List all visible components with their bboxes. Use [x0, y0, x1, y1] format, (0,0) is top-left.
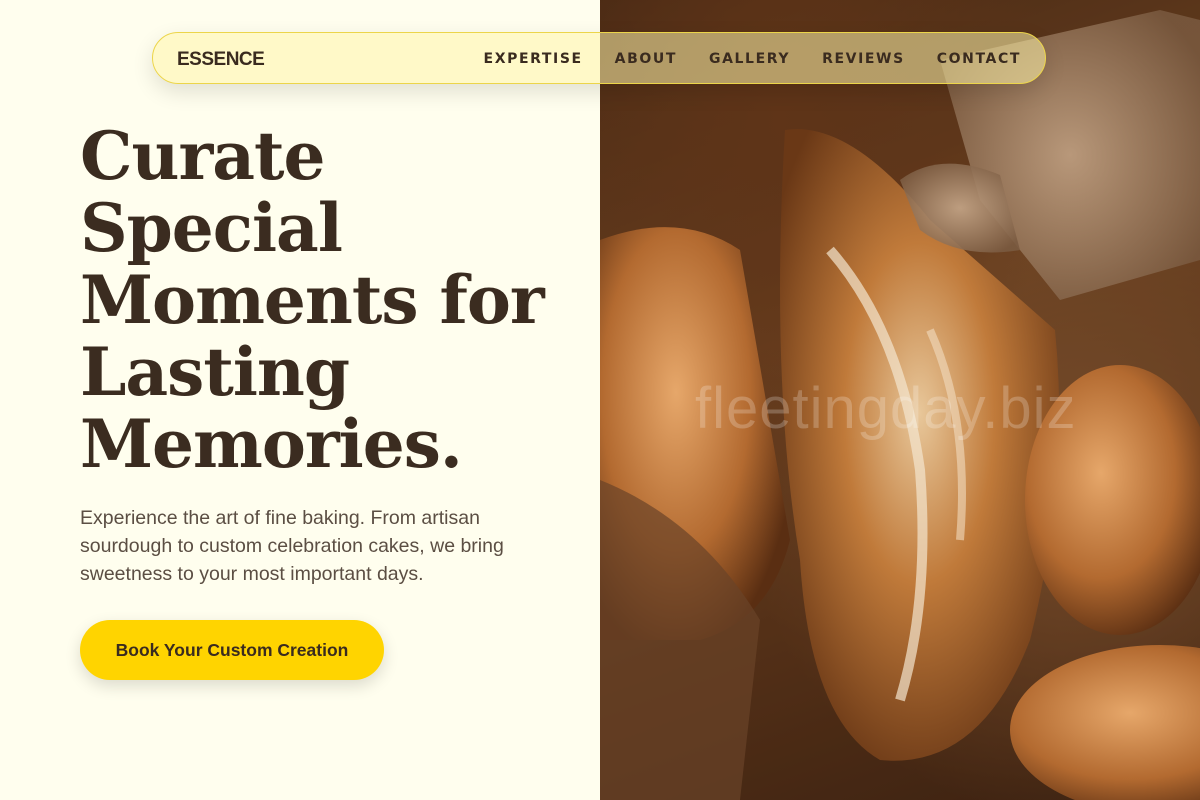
nav-link-contact[interactable]: CONTACT [937, 51, 1021, 67]
hero-description: Experience the art of fine baking. From … [80, 507, 504, 585]
hero-title-line-1: Curate [80, 117, 326, 195]
hero-bread-photo: fleetingday.biz [600, 0, 1200, 800]
hero-title-line-3: Moments for [80, 261, 545, 339]
top-navigation-bar: ESSENCE EXPERTISE ABOUT GALLERY REVIEWS … [152, 32, 1046, 84]
hero-title-line-2: Special [80, 189, 343, 267]
book-custom-creation-button[interactable]: Book Your Custom Creation [80, 620, 384, 680]
nav-link-about[interactable]: ABOUT [615, 51, 677, 67]
nav-link-expertise[interactable]: EXPERTISE [484, 51, 583, 67]
brand-logo[interactable]: ESSENCE [177, 49, 265, 71]
hero-title-line-5: Memories. [80, 405, 463, 483]
hero-title-line-4: Lasting [80, 333, 350, 411]
watermark-text: fleetingday.biz [695, 376, 1077, 441]
nav-link-reviews[interactable]: REVIEWS [822, 51, 905, 67]
hero-title: Curate Special Moments for Lasting Memor… [80, 120, 600, 480]
nav-link-gallery[interactable]: GALLERY [709, 51, 790, 67]
nav-links: EXPERTISE ABOUT GALLERY REVIEWS CONTACT [484, 51, 1021, 67]
